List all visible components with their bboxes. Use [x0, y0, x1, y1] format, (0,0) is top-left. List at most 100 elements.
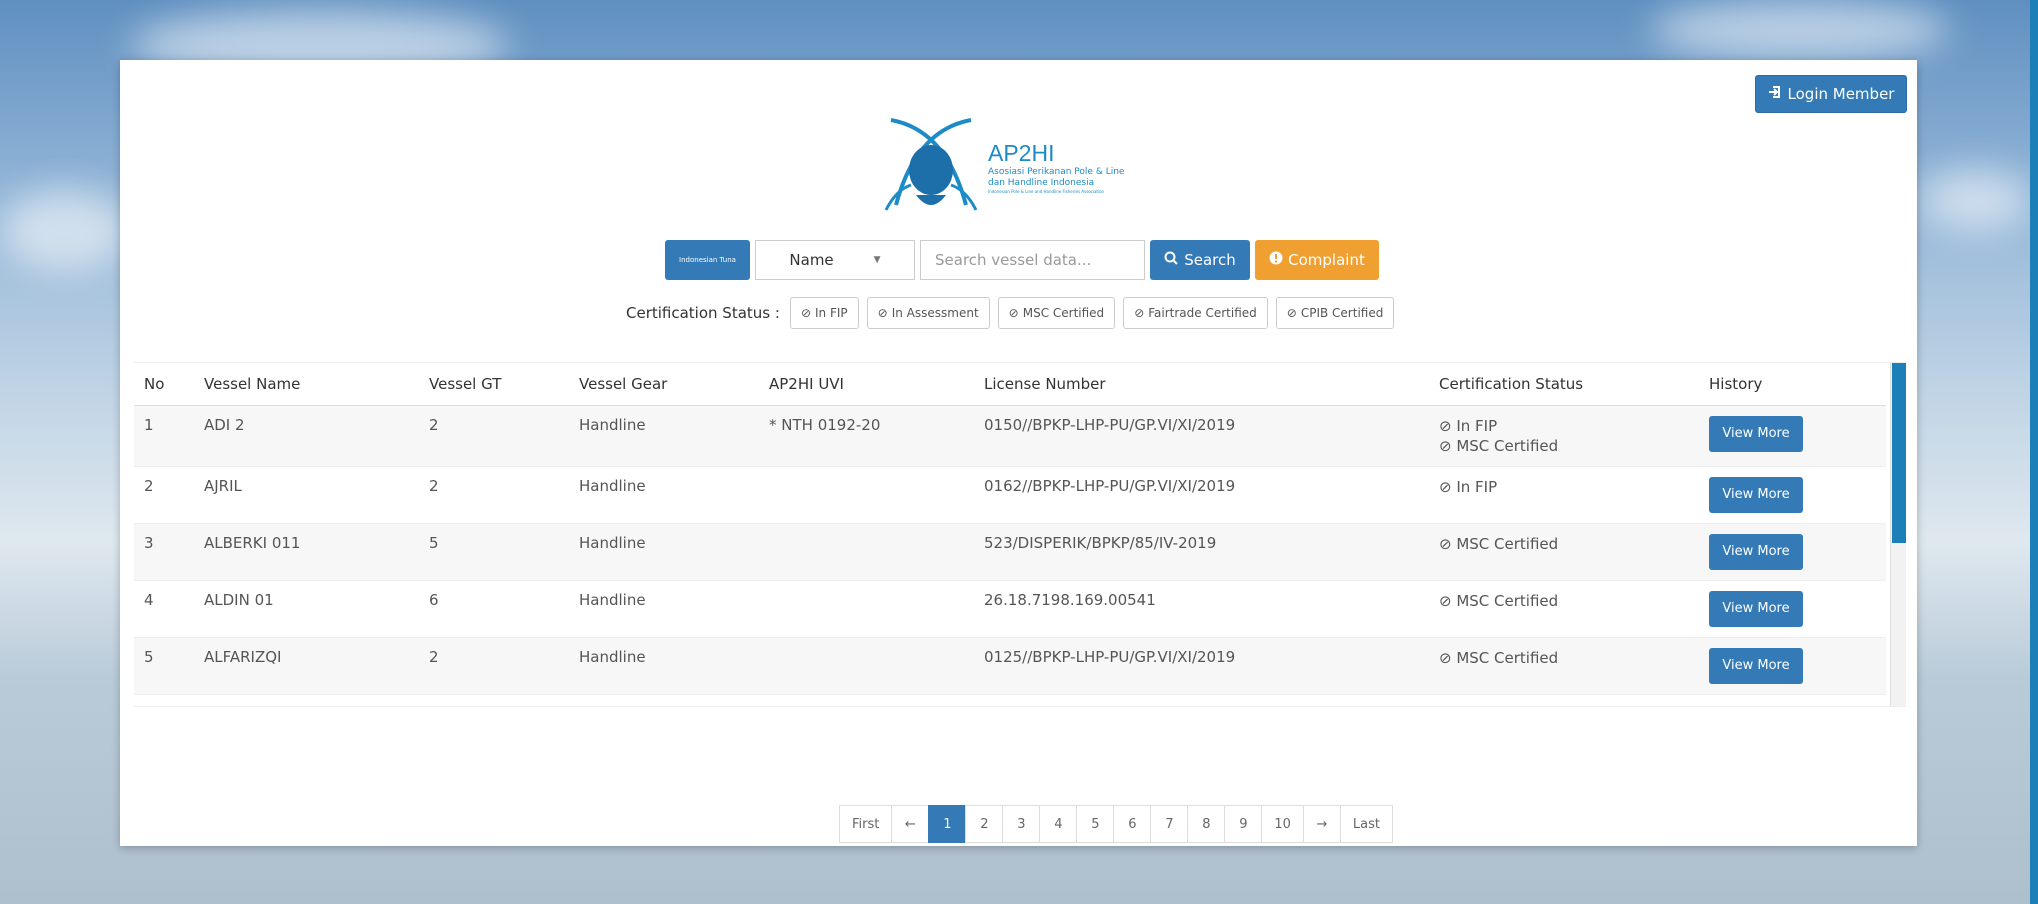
cell-ap2hi-uvi [759, 579, 974, 637]
filter-label: MSC Certified [1022, 306, 1105, 320]
col-vessel-name: Vessel Name [194, 363, 419, 406]
search-field-select[interactable]: Name ▼ [755, 240, 915, 280]
bg-cloud [1650, 0, 1950, 60]
ap2hi-emblem-icon [884, 118, 978, 211]
cell-vessel-gt: 2 [419, 636, 569, 694]
check-circle-icon: ⊘ [1439, 534, 1457, 553]
cell-license-number: 0150//BPKP-LHP-PU/GP.VI/XI/2019 [974, 404, 1429, 466]
search-field-value: Name [789, 251, 834, 269]
complaint-button[interactable]: Complaint [1255, 240, 1379, 280]
view-more-button[interactable]: View More [1709, 476, 1803, 513]
page-button-5[interactable]: 5 [1076, 805, 1115, 843]
check-circle-icon: ⊘ [1439, 416, 1457, 435]
check-circle-icon: ⊘ [1439, 477, 1457, 496]
cert-badge: MSC Certified [1456, 591, 1559, 610]
search-button[interactable]: Search [1150, 240, 1250, 280]
complaint-label: Complaint [1288, 251, 1365, 269]
page-button-6[interactable]: 6 [1113, 805, 1152, 843]
check-circle-icon: ⊘ [877, 306, 888, 320]
filter-label: In Assessment [891, 306, 979, 320]
cell-license-number: 0162//BPKP-LHP-PU/GP.VI/XI/2019 [974, 465, 1429, 523]
page-button-3[interactable]: 3 [1002, 805, 1041, 843]
table-header-row: No Vessel Name Vessel GT Vessel Gear AP2… [134, 363, 1886, 406]
exclamation-circle-icon [1269, 251, 1283, 269]
view-more-button[interactable]: View More [1709, 590, 1803, 627]
table-scrollbar[interactable] [1890, 363, 1906, 706]
cell-no: 3 [134, 522, 194, 580]
cell-no: 1 [134, 404, 194, 466]
filter-cpib-certified-button[interactable]: ⊘ CPIB Certified [1275, 297, 1395, 329]
col-certification-status: Certification Status [1429, 363, 1699, 406]
table-row: 4 ALDIN 01 6 Handline 26.18.7198.169.005… [134, 579, 1886, 637]
table-scrollbar-thumb[interactable] [1892, 363, 1906, 543]
search-icon [1164, 251, 1178, 269]
col-license-number: License Number [974, 363, 1429, 406]
check-circle-icon: ⊘ [1286, 306, 1297, 320]
view-more-button[interactable]: View More [1709, 533, 1803, 570]
cell-certification-status: ⊘ In FIP [1429, 465, 1699, 523]
page-button-1[interactable]: 1 [928, 805, 967, 843]
col-history: History [1699, 363, 1886, 406]
filter-fairtrade-certified-button[interactable]: ⊘ Fairtrade Certified [1123, 297, 1268, 329]
check-circle-icon: ⊘ [1439, 591, 1457, 610]
page-button-10[interactable]: 10 [1261, 805, 1304, 843]
col-vessel-gear: Vessel Gear [569, 363, 759, 406]
cell-certification-status: ⊘ MSC Certified [1429, 636, 1699, 694]
cell-vessel-gt: 6 [419, 579, 569, 637]
cell-vessel-name: AJRIL [194, 465, 419, 523]
filter-in-fip-button[interactable]: ⊘ In FIP [789, 297, 859, 329]
table-row: 1 ADI 2 2 Handline * NTH 0192-20 0150//B… [134, 404, 1886, 466]
page-button-2[interactable]: 2 [965, 805, 1004, 843]
view-more-button[interactable]: View More [1709, 647, 1803, 684]
cert-badge: MSC Certified [1456, 534, 1559, 553]
certification-filter-label: Certification Status : [626, 304, 780, 322]
page-last-button[interactable]: Last [1339, 805, 1393, 843]
cell-vessel-gear: Handline [569, 522, 759, 580]
check-circle-icon: ⊘ [1008, 306, 1019, 320]
search-input[interactable]: Search vessel data... [920, 240, 1145, 280]
login-member-button[interactable]: Login Member [1755, 75, 1907, 113]
page-prev-button[interactable]: ← [891, 805, 930, 843]
page-next-button[interactable]: → [1302, 805, 1341, 843]
check-circle-icon: ⊘ [1439, 648, 1457, 667]
cell-vessel-name: ALDIN 01 [194, 579, 419, 637]
search-label: Search [1184, 251, 1236, 269]
page-button-4[interactable]: 4 [1039, 805, 1078, 843]
page-button-9[interactable]: 9 [1224, 805, 1263, 843]
col-no: No [134, 363, 194, 406]
cell-vessel-name: ADI 2 [194, 404, 419, 466]
cell-ap2hi-uvi: * NTH 0192-20 [759, 404, 974, 466]
indonesian-tuna-label: Indonesian Tuna [679, 256, 736, 264]
cert-badge: MSC Certified [1456, 648, 1559, 667]
table-row: 3 ALBERKI 011 5 Handline 523/DISPERIK/BP… [134, 522, 1886, 580]
cert-badge: In FIP [1456, 416, 1498, 435]
cell-history: View More [1699, 404, 1886, 466]
filter-label: Fairtrade Certified [1148, 306, 1257, 320]
cert-badge: In FIP [1456, 477, 1498, 496]
logo-subtitle-2: dan Handline Indonesia [988, 178, 1095, 188]
cell-vessel-gt: 2 [419, 465, 569, 523]
cell-history: View More [1699, 579, 1886, 637]
col-ap2hi-uvi: AP2HI UVI [759, 363, 974, 406]
page-button-7[interactable]: 7 [1150, 805, 1189, 843]
filter-in-assessment-button[interactable]: ⊘ In Assessment [866, 297, 990, 329]
cell-no: 4 [134, 579, 194, 637]
indonesian-tuna-button[interactable]: Indonesian Tuna [665, 240, 750, 280]
cell-vessel-gt: 2 [419, 404, 569, 466]
col-vessel-gt: Vessel GT [419, 363, 569, 406]
cell-vessel-gear: Handline [569, 465, 759, 523]
check-circle-icon: ⊘ [1134, 306, 1145, 320]
filter-msc-certified-button[interactable]: ⊘ MSC Certified [997, 297, 1116, 329]
page-button-8[interactable]: 8 [1187, 805, 1226, 843]
cell-license-number: 0125//BPKP-LHP-PU/GP.VI/XI/2019 [974, 636, 1429, 694]
vessel-table-container[interactable]: No Vessel Name Vessel GT Vessel Gear AP2… [134, 362, 1906, 707]
page-first-button[interactable]: First [839, 805, 893, 843]
sign-in-icon [1768, 85, 1782, 103]
view-more-button[interactable]: View More [1709, 415, 1803, 452]
check-circle-icon: ⊘ [1439, 436, 1457, 455]
cell-certification-status: ⊘ MSC Certified [1429, 579, 1699, 637]
search-placeholder: Search vessel data... [935, 251, 1092, 269]
filter-label: In FIP [815, 306, 848, 320]
logo-tagline: Indonesian Pole & Line and Handline Fish… [988, 189, 1105, 194]
search-bar: Indonesian Tuna Name ▼ Search vessel dat… [665, 240, 1379, 280]
